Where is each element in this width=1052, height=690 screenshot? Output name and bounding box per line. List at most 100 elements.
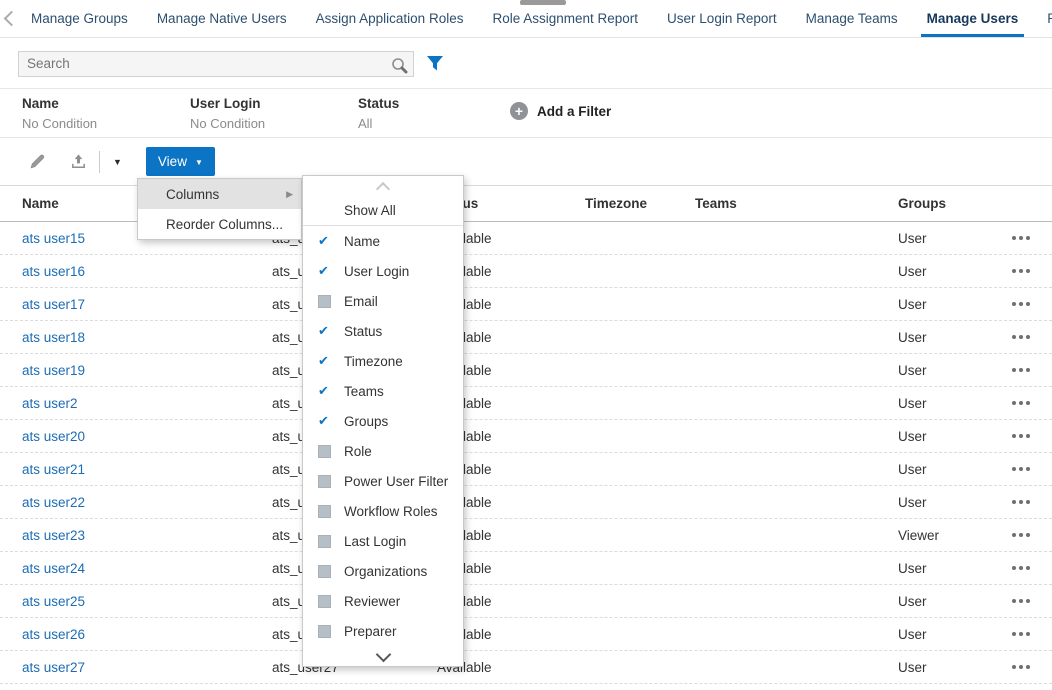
row-actions-button[interactable] — [990, 222, 1052, 254]
column-toggle-list: ✔Name✔User LoginEmail✔Status✔Timezone✔Te… — [303, 226, 463, 646]
tab-user-login-report[interactable]: User Login Report — [661, 0, 783, 37]
groups-cell: User — [898, 594, 990, 609]
user-name-link[interactable]: ats user19 — [0, 363, 272, 378]
search-input[interactable] — [19, 52, 387, 74]
row-actions-button[interactable] — [990, 288, 1052, 320]
tab-assign-application-roles[interactable]: Assign Application Roles — [310, 0, 470, 37]
checkmark-cell: ✔ — [303, 323, 344, 339]
groups-cell: User — [898, 297, 990, 312]
row-actions-button[interactable] — [990, 321, 1052, 353]
filter-name[interactable]: NameNo Condition — [22, 96, 190, 131]
checkmark-cell: ✔ — [303, 383, 344, 399]
column-toggle-user-login[interactable]: ✔User Login — [303, 256, 463, 286]
view-menu: Columns▶Reorder Columns... — [137, 178, 302, 240]
column-toggle-timezone[interactable]: ✔Timezone — [303, 346, 463, 376]
add-a-filter-button[interactable]: + Add a Filter — [510, 102, 611, 120]
tab-manage-groups[interactable]: Manage Groups — [25, 0, 134, 37]
user-name-link[interactable]: ats user25 — [0, 594, 272, 609]
row-actions-button[interactable] — [990, 651, 1052, 683]
row-actions-button[interactable] — [990, 519, 1052, 551]
tab-power-user-security[interactable]: Power User Security — [1041, 0, 1052, 37]
submenu-scroll-down-button[interactable] — [303, 646, 463, 666]
column-toggle-reviewer[interactable]: Reviewer — [303, 586, 463, 616]
filter-status[interactable]: StatusAll — [358, 96, 510, 131]
filter-funnel-icon[interactable] — [426, 55, 444, 77]
tab-role-assignment-report[interactable]: Role Assignment Report — [486, 0, 644, 37]
show-all-menu-item[interactable]: Show All — [303, 196, 463, 226]
tabs-scroll-left-button[interactable] — [0, 0, 17, 37]
chevron-left-icon — [4, 11, 20, 27]
column-toggle-label: Preparer — [344, 624, 397, 639]
column-toggle-groups[interactable]: ✔Groups — [303, 406, 463, 436]
table-row: ats user18ats_user18AvailableUser — [0, 321, 1052, 354]
row-actions-button[interactable] — [990, 585, 1052, 617]
table-row: ats user26ats_user26AvailableUser — [0, 618, 1052, 651]
user-name-link[interactable]: ats user21 — [0, 462, 272, 477]
toolbar-more-caret[interactable]: ▼ — [111, 153, 124, 171]
user-name-link[interactable]: ats user16 — [0, 264, 272, 279]
user-name-link[interactable]: ats user23 — [0, 528, 272, 543]
column-toggle-power-user-filter[interactable]: Power User Filter — [303, 466, 463, 496]
user-name-link[interactable]: ats user17 — [0, 297, 272, 312]
column-header-timezone[interactable]: Timezone — [585, 196, 695, 211]
groups-cell: User — [898, 495, 990, 510]
column-toggle-email[interactable]: Email — [303, 286, 463, 316]
column-toggle-preparer[interactable]: Preparer — [303, 616, 463, 646]
column-toggle-last-login[interactable]: Last Login — [303, 526, 463, 556]
user-name-link[interactable]: ats user20 — [0, 429, 272, 444]
row-actions-button[interactable] — [990, 420, 1052, 452]
user-name-link[interactable]: ats user2 — [0, 396, 272, 411]
view-button[interactable]: View ▼ — [146, 147, 215, 176]
menu-item-reorder-columns[interactable]: Reorder Columns... — [138, 209, 301, 239]
checkmark-cell: ✔ — [303, 353, 344, 369]
tab-manage-native-users[interactable]: Manage Native Users — [151, 0, 293, 37]
user-name-link[interactable]: ats user24 — [0, 561, 272, 576]
column-toggle-organizations[interactable]: Organizations — [303, 556, 463, 586]
pencil-icon — [28, 152, 47, 171]
row-actions-button[interactable] — [990, 552, 1052, 584]
user-name-link[interactable]: ats user22 — [0, 495, 272, 510]
row-actions-button[interactable] — [990, 453, 1052, 485]
row-actions-button[interactable] — [990, 387, 1052, 419]
menu-item-columns[interactable]: Columns▶ — [138, 179, 301, 209]
edit-button[interactable] — [28, 152, 47, 171]
groups-cell: Viewer — [898, 528, 990, 543]
row-actions-button[interactable] — [990, 618, 1052, 650]
column-toggle-role[interactable]: Role — [303, 436, 463, 466]
unchecked-cell — [303, 595, 344, 608]
search-icon[interactable] — [390, 56, 408, 79]
tab-manage-users[interactable]: Manage Users — [921, 0, 1025, 37]
groups-cell: User — [898, 462, 990, 477]
column-toggle-label: Groups — [344, 414, 388, 429]
column-toggle-label: Status — [344, 324, 382, 339]
row-actions-button[interactable] — [990, 354, 1052, 386]
groups-cell: User — [898, 231, 990, 246]
export-button[interactable] — [69, 152, 88, 171]
groups-cell: User — [898, 627, 990, 642]
user-name-link[interactable]: ats user27 — [0, 660, 272, 675]
row-actions-button[interactable] — [990, 255, 1052, 287]
column-toggle-name[interactable]: ✔Name — [303, 226, 463, 256]
submenu-arrow-icon: ▶ — [286, 189, 293, 200]
checkmark-cell: ✔ — [303, 233, 344, 249]
tab-list: Manage Groups Manage Native Users Assign A… — [25, 0, 1052, 37]
row-actions-button[interactable] — [990, 486, 1052, 518]
column-toggle-status[interactable]: ✔Status — [303, 316, 463, 346]
unchecked-square-icon — [318, 625, 331, 638]
filter-user-login[interactable]: User LoginNo Condition — [190, 96, 358, 131]
submenu-scroll-up-button[interactable] — [303, 176, 463, 196]
unchecked-square-icon — [318, 295, 331, 308]
scroll-indicator — [520, 0, 566, 5]
column-toggle-workflow-roles[interactable]: Workflow Roles — [303, 496, 463, 526]
user-name-link[interactable]: ats user18 — [0, 330, 272, 345]
column-header-teams[interactable]: Teams — [695, 196, 898, 211]
checkmark-cell: ✔ — [303, 263, 344, 279]
user-name-link[interactable]: ats user26 — [0, 627, 272, 642]
checkmark-cell: ✔ — [303, 413, 344, 429]
column-toggle-teams[interactable]: ✔Teams — [303, 376, 463, 406]
tab-manage-teams[interactable]: Manage Teams — [800, 0, 904, 37]
table-row: ats user24ats_user24AvailableUser — [0, 552, 1052, 585]
groups-cell: User — [898, 396, 990, 411]
column-header-groups[interactable]: Groups — [898, 196, 990, 211]
upload-icon — [69, 152, 88, 171]
